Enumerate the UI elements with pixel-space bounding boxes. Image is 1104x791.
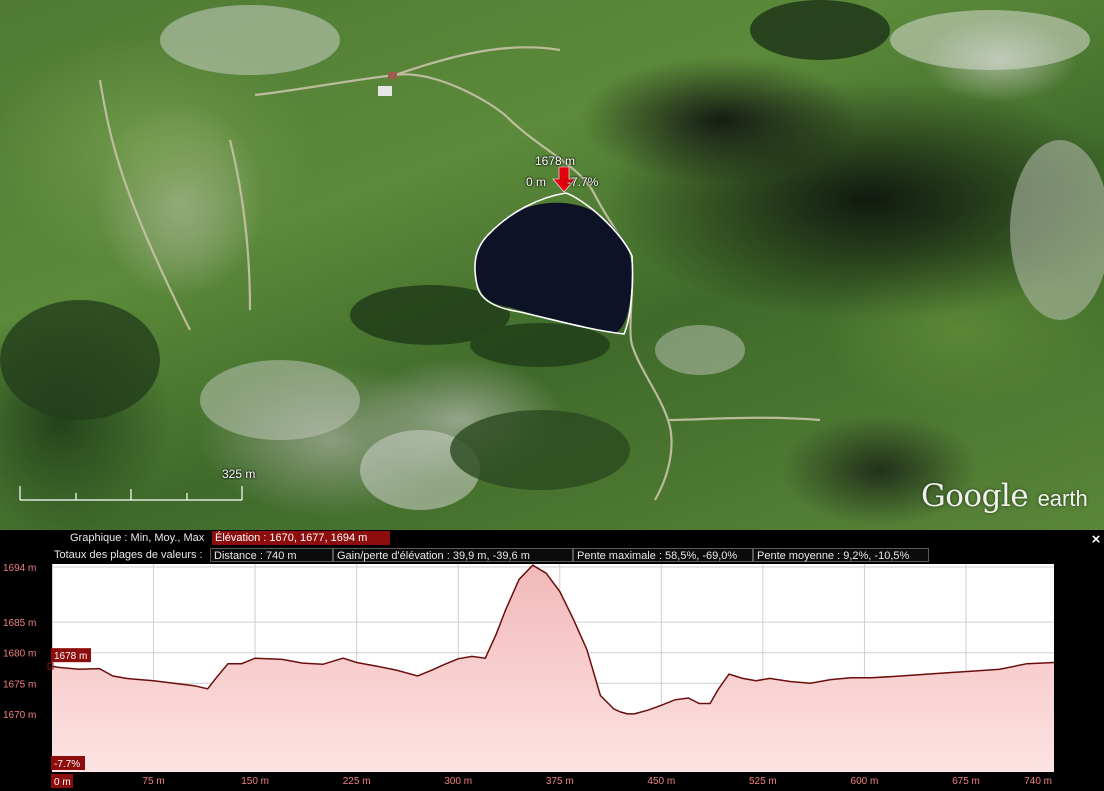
x-tick-label: 450 m — [647, 776, 675, 787]
google-earth-logo: Google earth — [921, 478, 1088, 514]
cursor-elevation-text: 1678 m — [54, 651, 87, 662]
scale-bar-label: 325 m — [222, 467, 256, 481]
y-tick-label: 1670 m — [3, 710, 36, 721]
y-tick-label: 1694 m — [3, 563, 36, 574]
map-overlay — [0, 0, 1104, 510]
y-tick-label: 1685 m — [3, 618, 36, 629]
marker-slope-label: -7.7% — [567, 175, 599, 189]
marker-distance-label: 0 m — [526, 175, 547, 189]
building-icon — [378, 86, 392, 96]
cursor-slope-text: -7.7% — [54, 759, 80, 770]
x-tick-label: 300 m — [444, 776, 472, 787]
scale-bar — [19, 486, 243, 501]
hut-icon — [388, 72, 397, 79]
logo-google-text: Google — [921, 478, 1029, 514]
logo-earth-text: earth — [1037, 486, 1088, 511]
satellite-map[interactable]: 1678 m 0 m -7.7% 325 m Google earth — [0, 0, 1104, 530]
x-tick-label: 600 m — [851, 776, 879, 787]
cursor-distance-text: 0 m — [54, 777, 71, 788]
elevation-chart[interactable]: 1694 m 1685 m 1680 m 1675 m 1670 m 75 m 150 m… — [0, 530, 1104, 791]
x-tick-label: 525 m — [749, 776, 777, 787]
x-tick-label: 675 m — [952, 776, 980, 787]
forest-patches — [0, 0, 890, 490]
x-axis-ticks: 75 m 150 m 225 m 300 m 375 m 450 m 525 m 600 m 6… — [142, 776, 1052, 787]
x-tick-label: 375 m — [546, 776, 574, 787]
x-tick-label: 740 m — [1024, 776, 1052, 787]
y-axis-ticks: 1694 m 1685 m 1680 m 1675 m 1670 m — [3, 563, 36, 721]
y-tick-label: 1675 m — [3, 679, 36, 690]
marker-elevation-label: 1678 m — [535, 154, 576, 168]
x-tick-label: 225 m — [343, 776, 371, 787]
elevation-profile-panel: Graphique : Min, Moy., Max Élévation : 1… — [0, 530, 1104, 791]
x-tick-label: 150 m — [241, 776, 269, 787]
y-tick-label: 1680 m — [3, 649, 36, 660]
x-tick-label: 75 m — [142, 776, 164, 787]
